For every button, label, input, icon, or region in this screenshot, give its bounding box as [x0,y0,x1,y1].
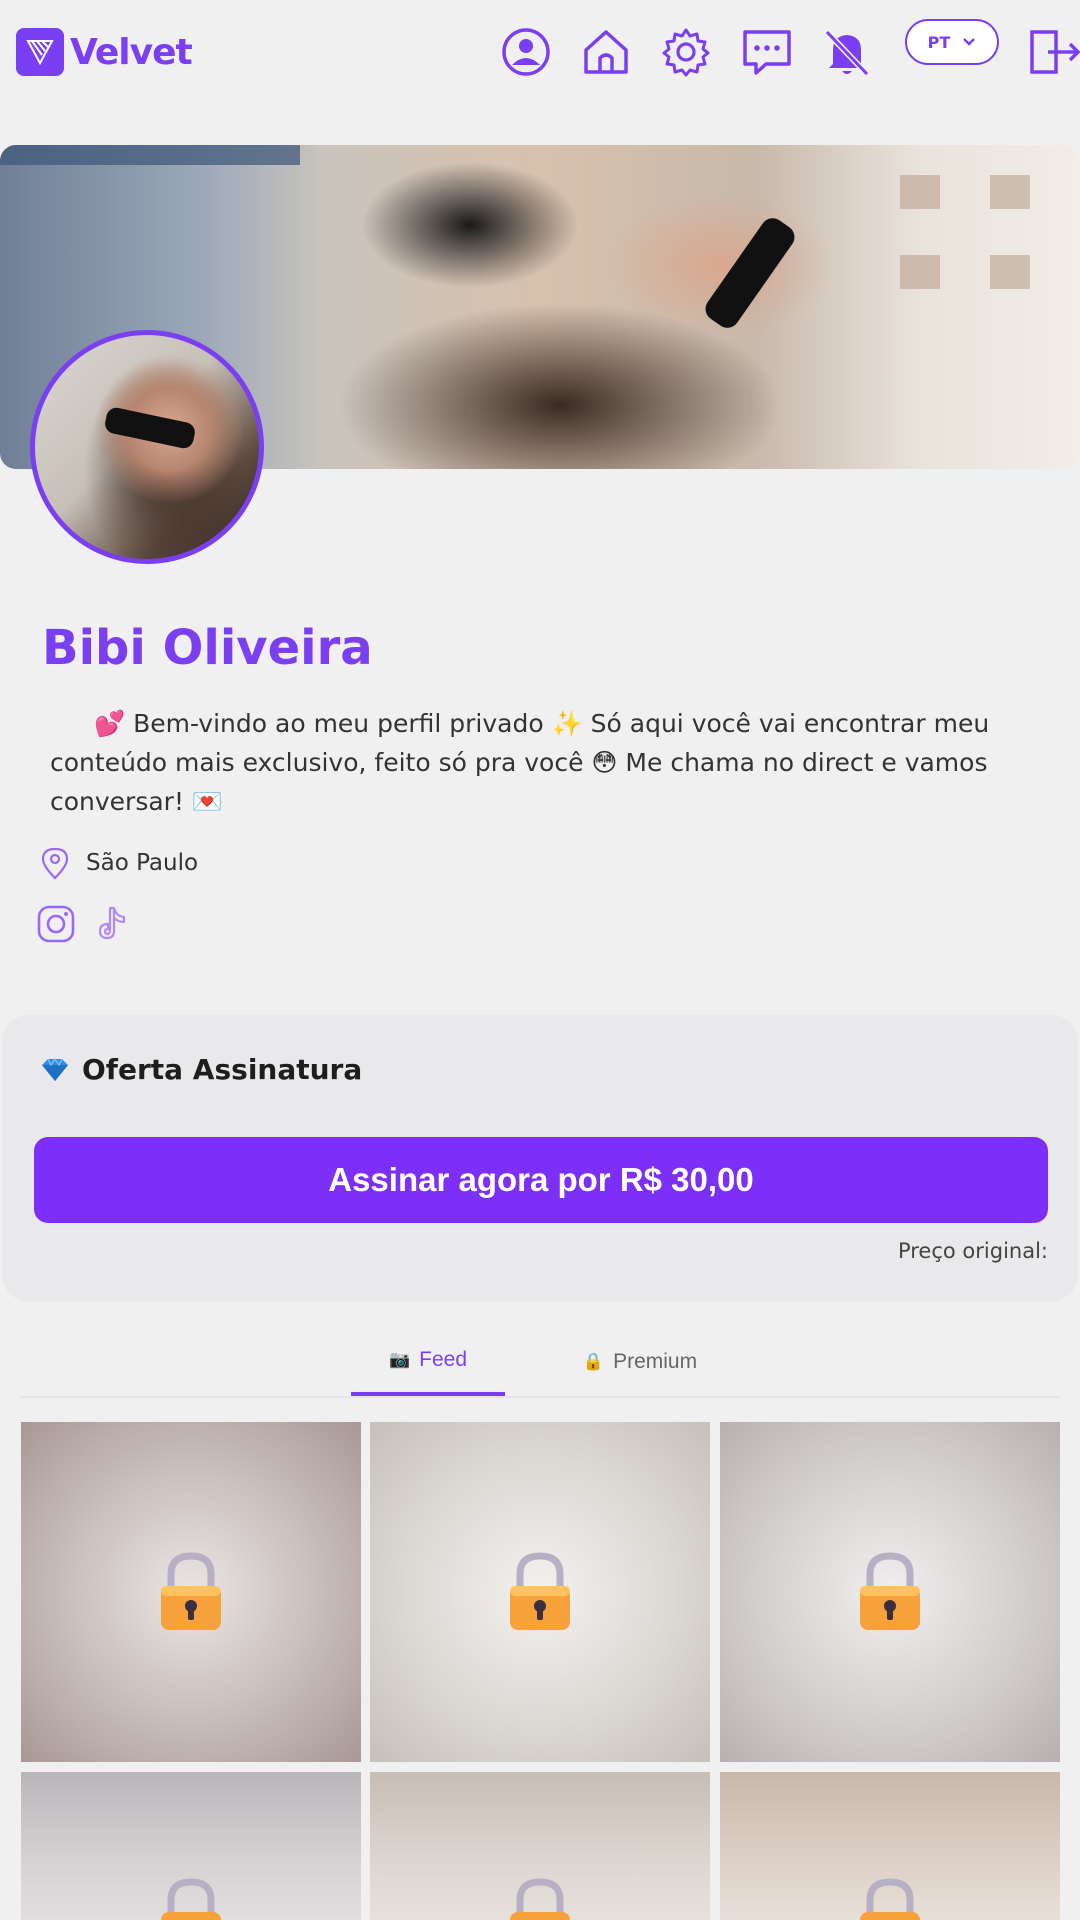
locked-media-tile[interactable] [370,1772,710,1920]
tab-premium-label: Premium [613,1350,698,1373]
bell-off-icon[interactable] [820,25,874,79]
content-tabs: 📷 Feed 🔒 Premium [20,1328,1060,1398]
offer-title: Oferta Assinatura [82,1053,363,1086]
language-value: PT [927,32,951,52]
brand-logo[interactable]: Velvet [16,28,193,76]
locked-media-tile[interactable] [720,1422,1060,1762]
gear-icon[interactable] [659,25,713,79]
locked-media-tile[interactable] [370,1422,710,1762]
top-bar: Velvet PT [0,0,1080,104]
instagram-icon[interactable] [36,904,76,944]
offer-header: Oferta Assinatura [40,1053,362,1086]
locked-media-tile[interactable] [720,1772,1060,1920]
profile-name: Bibi Oliveira [42,620,373,676]
chat-icon[interactable] [740,25,794,79]
locked-media-tile[interactable] [21,1422,361,1762]
logout-icon[interactable] [1026,25,1080,79]
profile-bio-text: 💕 Bem-vindo ao meu perfil privado ✨ Só a… [50,709,990,816]
diamond-icon [42,1057,68,1081]
subscribe-button[interactable]: Assinar agora por R$ 30,00 [34,1137,1048,1223]
tab-feed[interactable]: 📷 Feed [351,1328,505,1396]
chevron-down-icon [963,38,976,46]
tab-feed-label: Feed [419,1348,468,1371]
original-price-label: Preço original: [897,1239,1048,1263]
padlock-icon [510,1552,570,1630]
subscription-offer-card: Oferta Assinatura Assinar agora por R$ 3… [2,1015,1078,1301]
padlock-icon [161,1878,221,1920]
language-select[interactable]: PT [905,19,999,65]
home-icon[interactable] [579,25,633,79]
tiktok-icon[interactable] [92,904,132,944]
tab-premium[interactable]: 🔒 Premium [560,1328,720,1396]
profile-user-icon[interactable] [499,25,553,79]
velvet-logo-icon [16,28,64,76]
lock-icon: 🔒 [582,1352,605,1371]
locked-media-tile[interactable] [21,1772,361,1920]
camera-icon: 📷 [388,1350,411,1369]
padlock-icon [510,1878,570,1920]
brand-name: Velvet [70,31,193,73]
profile-location: São Paulo [40,846,198,880]
profile-bio: 💕 Bem-vindo ao meu perfil privado ✨ Só a… [50,704,1040,821]
avatar[interactable] [30,330,264,564]
social-links [36,904,148,944]
padlock-icon [860,1878,920,1920]
location-text: São Paulo [86,850,199,876]
location-pin-icon [41,847,69,880]
padlock-icon [161,1552,221,1630]
padlock-icon [860,1552,920,1630]
